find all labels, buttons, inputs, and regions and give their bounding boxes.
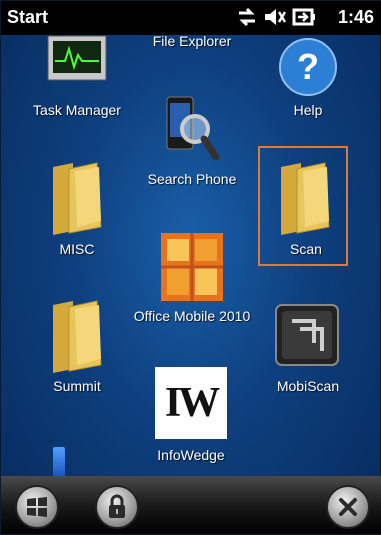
scan-label: Scan xyxy=(290,241,322,257)
close-icon xyxy=(338,497,358,522)
mobiscan-icon xyxy=(274,304,340,371)
mobiscan-label: MobiScan xyxy=(276,378,340,394)
task-manager-tile[interactable] xyxy=(47,35,107,88)
status-title: Start xyxy=(7,7,49,27)
start-screen: Start 1:46 Task Manager File Explorer ? … xyxy=(0,0,381,535)
office-icon xyxy=(157,233,227,309)
close-button[interactable] xyxy=(326,485,370,529)
misc-folder-tile[interactable] xyxy=(49,161,105,242)
infowedge-icon: IW xyxy=(164,380,220,426)
file-explorer-label[interactable]: File Explorer xyxy=(141,33,243,49)
help-icon: ? xyxy=(278,38,338,101)
folder-icon xyxy=(277,162,333,241)
windows-start-button[interactable] xyxy=(15,485,59,529)
search-phone-tile[interactable] xyxy=(161,95,221,170)
folder-icon xyxy=(49,162,105,241)
infowedge-tile[interactable]: IW xyxy=(155,367,227,439)
lock-button[interactable] xyxy=(95,485,139,529)
summit-folder-tile[interactable] xyxy=(49,299,105,380)
help-tile[interactable]: ? xyxy=(278,37,338,102)
lock-icon xyxy=(107,494,127,525)
status-time: 1:46 xyxy=(337,7,374,27)
summit-label: Summit xyxy=(53,378,101,394)
help-label: Help xyxy=(293,102,323,118)
partial-app-icon[interactable] xyxy=(53,447,65,477)
scan-folder-tile[interactable] xyxy=(277,161,333,242)
windows-start-icon xyxy=(26,496,48,523)
office-mobile-tile[interactable] xyxy=(157,229,227,310)
task-manager-label: Task Manager xyxy=(33,102,121,118)
folder-icon xyxy=(49,300,105,379)
battery-plug-icon xyxy=(292,6,316,33)
search-phone-label: Search Phone xyxy=(147,171,237,187)
data-transfer-icon xyxy=(235,6,259,33)
status-bar: Start 1:46 xyxy=(1,1,381,35)
svg-text:?: ? xyxy=(297,46,319,87)
volume-muted-icon xyxy=(263,6,289,33)
search-phone-icon xyxy=(161,96,221,169)
task-manager-icon xyxy=(47,35,107,87)
misc-label: MISC xyxy=(59,241,95,257)
mobiscan-tile[interactable] xyxy=(274,303,340,372)
infowedge-label: InfoWedge xyxy=(157,447,225,463)
office-mobile-label: Office Mobile 2010 xyxy=(133,308,251,324)
softkey-bar xyxy=(1,476,381,534)
